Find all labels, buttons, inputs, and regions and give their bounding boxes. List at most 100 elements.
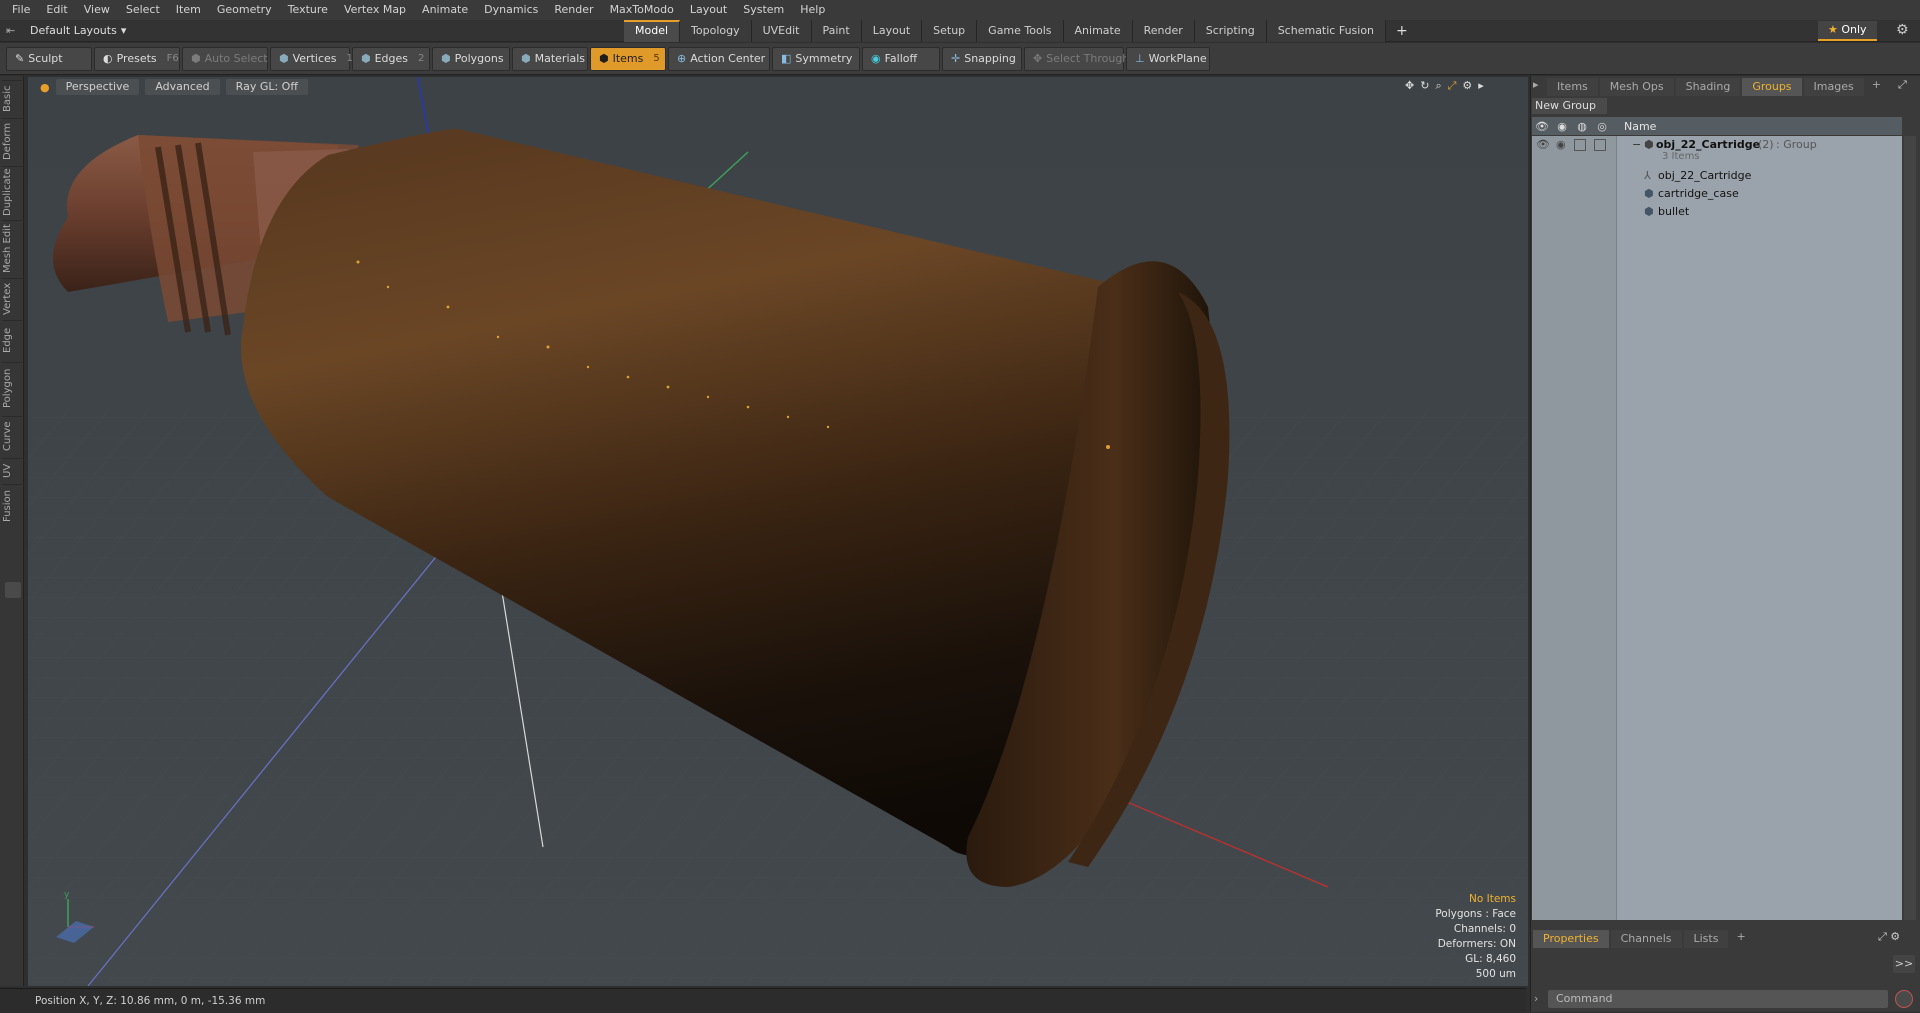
expand-panel-icon[interactable]: ⤢ <box>1898 78 1907 92</box>
list-scrollbar[interactable] <box>1904 136 1916 920</box>
tab-paint[interactable]: Paint <box>811 19 862 42</box>
tab-schematic-fusion[interactable]: Schematic Fusion <box>1266 19 1387 42</box>
tab-topology[interactable]: Topology <box>680 19 752 42</box>
action-center-button[interactable]: ⊕ Action Center <box>668 46 770 71</box>
add-bottom-tab-button[interactable]: + <box>1730 930 1751 948</box>
tab-game-tools[interactable]: Game Tools <box>977 19 1064 42</box>
add-tab-button[interactable]: + <box>1396 23 1408 39</box>
move-icon[interactable]: ✥ <box>1405 79 1414 93</box>
menu-item[interactable]: Animate <box>414 0 476 20</box>
left-tab-polygon[interactable]: Polygon <box>2 362 22 414</box>
menu-item[interactable]: Render <box>546 0 601 20</box>
panel-tab-groups[interactable]: Groups <box>1742 78 1802 96</box>
left-tab-fusion[interactable]: Fusion <box>2 484 22 528</box>
workplane-button[interactable]: ⊥ WorkPlane <box>1126 46 1210 71</box>
presets-label: Presets <box>116 52 157 65</box>
visibility-column-icon[interactable]: 👁 <box>1532 120 1552 133</box>
menu-item[interactable]: Item <box>168 0 209 20</box>
sculpt-button[interactable]: ✎ Sculpt <box>6 46 92 71</box>
menu-item[interactable]: Geometry <box>209 0 280 20</box>
view-mode-dropdown[interactable]: Perspective <box>55 79 140 95</box>
tab-setup[interactable]: Setup <box>922 19 978 42</box>
tab-uvedit[interactable]: UVEdit <box>751 19 812 42</box>
polygons-button[interactable]: ⬢ Polygons <box>432 46 510 71</box>
menu-item[interactable]: File <box>4 0 38 20</box>
panel-tab-mesh-ops[interactable]: Mesh Ops <box>1599 78 1674 96</box>
edges-button[interactable]: ⬢ Edges 2 <box>352 46 430 71</box>
vertices-button[interactable]: ⬢ Vertices 1 <box>270 46 353 71</box>
expand-button[interactable]: >> <box>1893 955 1915 973</box>
select-column-icon[interactable]: ◎ <box>1592 120 1612 133</box>
action-center-label: Action Center <box>690 52 766 65</box>
command-record-button[interactable] <box>1895 990 1913 1008</box>
left-tab-vertex[interactable]: Vertex <box>2 278 22 318</box>
layout-dropdown[interactable]: Default Layouts ▾ <box>20 24 320 37</box>
tab-render[interactable]: Render <box>1132 19 1195 42</box>
tab-model[interactable]: Model <box>624 19 681 42</box>
viewport-nav-icons: ✥ ↻ ⌕ ⤢ ⚙ ▸ <box>1405 79 1484 93</box>
list-item[interactable]: ⬢ bullet <box>1532 203 1902 221</box>
settings-icon[interactable]: ⚙ <box>1462 79 1472 93</box>
menu-item[interactable]: Edit <box>38 0 75 20</box>
viewport-menu-dot[interactable]: ● <box>40 81 50 94</box>
gear-icon[interactable]: ⚙ <box>1896 22 1909 38</box>
add-panel-tab-button[interactable]: + <box>1866 78 1887 96</box>
menu-item[interactable]: System <box>735 0 792 20</box>
menu-item[interactable]: View <box>76 0 118 20</box>
tab-scripting[interactable]: Scripting <box>1194 19 1267 42</box>
menu-item[interactable]: Dynamics <box>476 0 546 20</box>
symmetry-button[interactable]: ◧ Symmetry <box>772 46 860 71</box>
lock-column-icon[interactable]: ◍ <box>1572 120 1592 133</box>
menu-item[interactable]: Vertex Map <box>336 0 414 20</box>
bottom-tab-lists[interactable]: Lists <box>1683 930 1729 948</box>
panel-menu-icon[interactable]: ▸ <box>1533 78 1545 96</box>
zoom-icon[interactable]: ⌕ <box>1435 79 1441 93</box>
menu-item[interactable]: Layout <box>682 0 735 20</box>
panel-tab-images[interactable]: Images <box>1803 78 1864 96</box>
snapping-button[interactable]: ✛ Snapping <box>942 46 1022 71</box>
collapse-icon[interactable]: ⇤ <box>6 24 20 37</box>
left-tab-uv[interactable]: UV <box>2 458 22 482</box>
shading-mode-dropdown[interactable]: Advanced <box>145 79 220 95</box>
menu-item[interactable]: Select <box>118 0 168 20</box>
falloff-button[interactable]: ◉ Falloff <box>862 46 940 71</box>
tab-layout[interactable]: Layout <box>861 19 923 42</box>
raygl-toggle[interactable]: Ray GL: Off <box>225 79 308 95</box>
left-tab-curve[interactable]: Curve <box>2 416 22 456</box>
render-column-icon[interactable]: ◉ <box>1552 120 1572 133</box>
name-column-header[interactable]: Name <box>1624 120 1656 133</box>
menu-item[interactable]: Help <box>792 0 833 20</box>
auto-select-button[interactable]: ⬢ Auto Select <box>182 46 268 71</box>
new-group-button[interactable]: New Group <box>1532 98 1607 114</box>
layout-tab-bar: ⇤ Default Layouts ▾ Model Topology UVEdit P… <box>0 19 1920 42</box>
left-tab-basic[interactable]: Basic <box>2 80 22 116</box>
items-button[interactable]: ⬢ Items 5 <box>590 46 666 71</box>
menu-item[interactable]: Texture <box>280 0 336 20</box>
command-input[interactable]: Command <box>1548 990 1888 1008</box>
left-tab-mesh-edit[interactable]: Mesh Edit <box>2 220 22 276</box>
bottom-tab-properties[interactable]: Properties <box>1533 930 1609 948</box>
only-toggle[interactable]: ★ Only <box>1818 21 1877 41</box>
maximize-icon[interactable]: ⤢ <box>1448 79 1457 93</box>
rotate-icon[interactable]: ↻ <box>1420 79 1429 93</box>
list-item[interactable]: ⅄ obj_22_Cartridge <box>1532 167 1902 185</box>
panel-tab-items[interactable]: Items <box>1547 78 1598 96</box>
expand-bottom-icon[interactable]: ⤢ ⚙ <box>1878 930 1900 944</box>
materials-button[interactable]: ⬢ Materials <box>512 46 588 71</box>
tab-animate[interactable]: Animate <box>1063 19 1133 42</box>
panel-tab-shading[interactable]: Shading <box>1675 78 1741 96</box>
select-through-button[interactable]: ✥ Select Through <box>1024 46 1129 71</box>
panel-toggle-button[interactable] <box>5 582 21 598</box>
presets-button[interactable]: ◐ Presets F6 <box>94 46 180 71</box>
arrow-icon[interactable]: ▸ <box>1478 79 1484 93</box>
left-tab-deform[interactable]: Deform <box>2 118 22 164</box>
3d-viewport[interactable]: y <box>28 77 1528 986</box>
left-tab-edge[interactable]: Edge <box>2 320 22 360</box>
position-readout: Position X, Y, Z: 10.86 mm, 0 m, -15.36 … <box>35 995 266 1007</box>
list-icon-columns <box>1532 136 1617 920</box>
list-item[interactable]: ⬢ cartridge_case <box>1532 185 1902 203</box>
left-tab-duplicate[interactable]: Duplicate <box>2 166 22 218</box>
bottom-tab-channels[interactable]: Channels <box>1610 930 1682 948</box>
menu-item[interactable]: MaxToModo <box>602 0 682 20</box>
only-label: Only <box>1841 23 1867 36</box>
